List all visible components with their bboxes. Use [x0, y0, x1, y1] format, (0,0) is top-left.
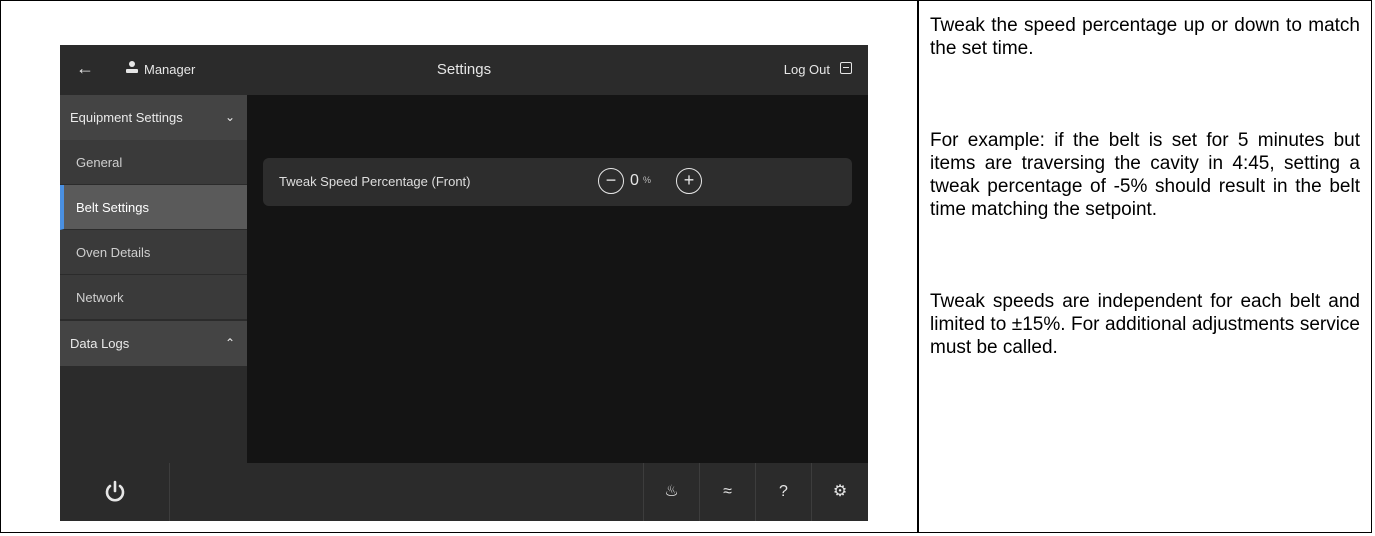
decrement-button[interactable]: − — [598, 168, 624, 194]
sidebar-group-label: Equipment Settings — [70, 110, 183, 125]
logout-button[interactable]: Log Out — [784, 62, 830, 77]
power-icon — [105, 480, 124, 502]
sidebar-group-data-logs[interactable]: Data Logs ⌃ — [60, 321, 247, 366]
sidebar-item-belt-settings[interactable]: Belt Settings — [60, 185, 247, 230]
page-title: Settings — [436, 61, 492, 78]
settings-gear-icon: ⚙ — [832, 483, 848, 500]
sidebar-group-label: Data Logs — [70, 336, 130, 351]
cleaning-icon: ♨ — [664, 483, 679, 500]
tweak-value: 0 — [630, 172, 639, 189]
setting-label: Tweak Speed Percentage (Front) — [279, 174, 471, 189]
percent-unit: % — [643, 175, 652, 185]
increment-button[interactable]: + — [676, 168, 702, 194]
chevron-up-icon: ⌃ — [224, 336, 235, 350]
chevron-down-icon: ⌄ — [224, 110, 235, 124]
help-icon: ? — [779, 483, 788, 500]
bottom-toolbar: ♨ ≈ ? ⚙ — [60, 463, 868, 521]
cleaning-button[interactable]: ♨ — [643, 463, 700, 521]
logout-icon[interactable] — [840, 62, 852, 74]
heat-icon: ≈ — [723, 483, 732, 500]
power-button[interactable] — [60, 463, 170, 521]
settings-button[interactable]: ⚙ — [812, 463, 868, 521]
help-button[interactable]: ? — [756, 463, 812, 521]
sidebar-group-equipment-settings[interactable]: Equipment Settings ⌄ — [60, 95, 247, 140]
sidebar: Equipment Settings ⌄ General Belt Settin… — [60, 95, 247, 463]
column-divider — [917, 0, 919, 533]
note-paragraph-1: Tweak the speed percentage up or down to… — [930, 15, 1360, 59]
note-paragraph-2: For example: if the belt is set for 5 mi… — [930, 130, 1360, 220]
note-paragraph-3: Tweak speeds are independent for each be… — [930, 291, 1360, 358]
top-bar: ← Manager Settings Log Out — [60, 45, 868, 95]
tweak-speed-setting-row: Tweak Speed Percentage (Front) − 0 % + — [263, 158, 852, 206]
device-screenshot: ← Manager Settings Log Out Equipment Set… — [60, 45, 868, 521]
sidebar-item-general[interactable]: General — [60, 140, 247, 185]
sidebar-item-oven-details[interactable]: Oven Details — [60, 230, 247, 275]
instruction-notes: Tweak the speed percentage up or down to… — [930, 14, 1360, 359]
sidebar-item-network[interactable]: Network — [60, 275, 247, 320]
heat-button[interactable]: ≈ — [700, 463, 756, 521]
